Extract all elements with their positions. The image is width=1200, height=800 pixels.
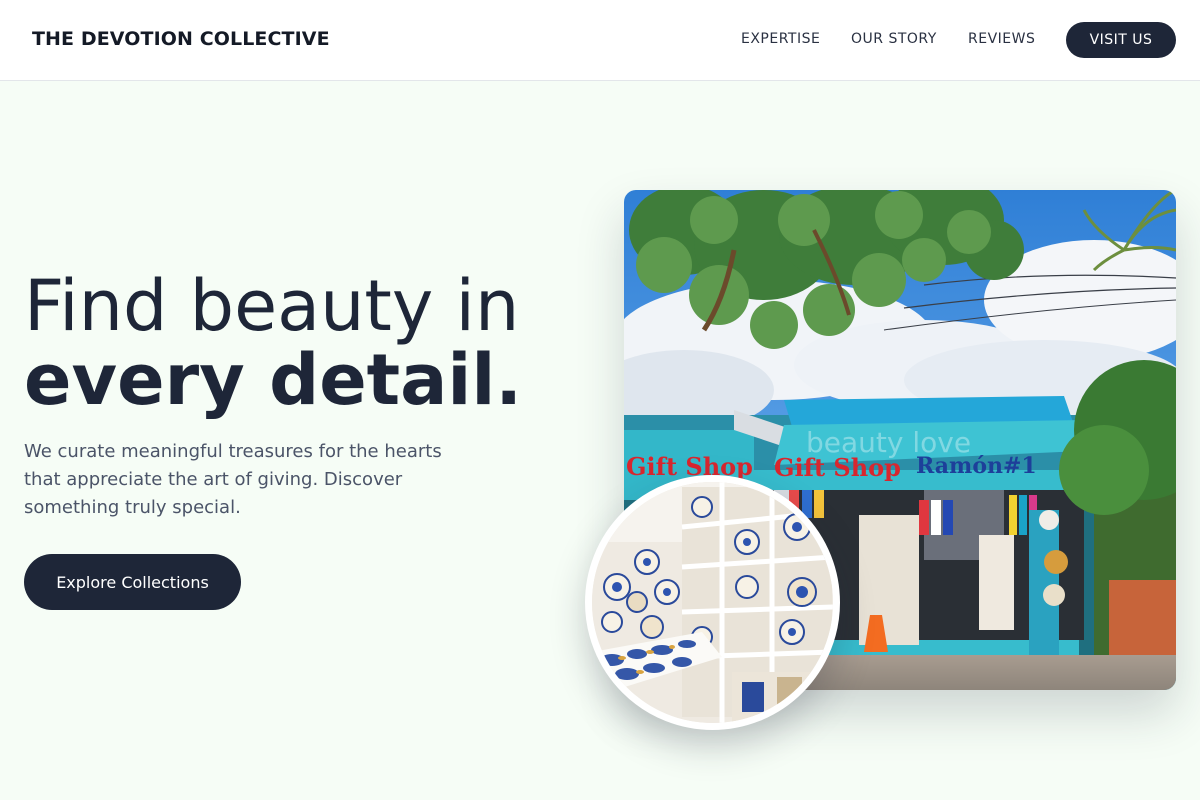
- headline-line-2: every detail.: [24, 339, 522, 421]
- ceramics-shelf-illustration: [592, 482, 833, 723]
- site-header: THE DEVOTION COLLECTIVE EXPERTISE OUR ST…: [0, 0, 1200, 81]
- explore-collections-button[interactable]: Explore Collections: [24, 554, 241, 610]
- photo-watermark: beauty love: [806, 426, 971, 459]
- nav-link-expertise[interactable]: EXPERTISE: [741, 31, 820, 47]
- hero-description: We curate meaningful treasures for the h…: [24, 441, 442, 518]
- visit-us-button[interactable]: VISIT US: [1066, 22, 1176, 58]
- nav-link-our-story[interactable]: OUR STORY: [851, 31, 937, 47]
- ceramics-detail-photo: [585, 475, 840, 730]
- brand-logo[interactable]: THE DEVOTION COLLECTIVE: [32, 28, 330, 50]
- headline-line-1: Find beauty in: [24, 265, 520, 347]
- nav-link-reviews[interactable]: REVIEWS: [968, 31, 1035, 47]
- hero-headline: Find beauty in every detail.: [24, 268, 522, 416]
